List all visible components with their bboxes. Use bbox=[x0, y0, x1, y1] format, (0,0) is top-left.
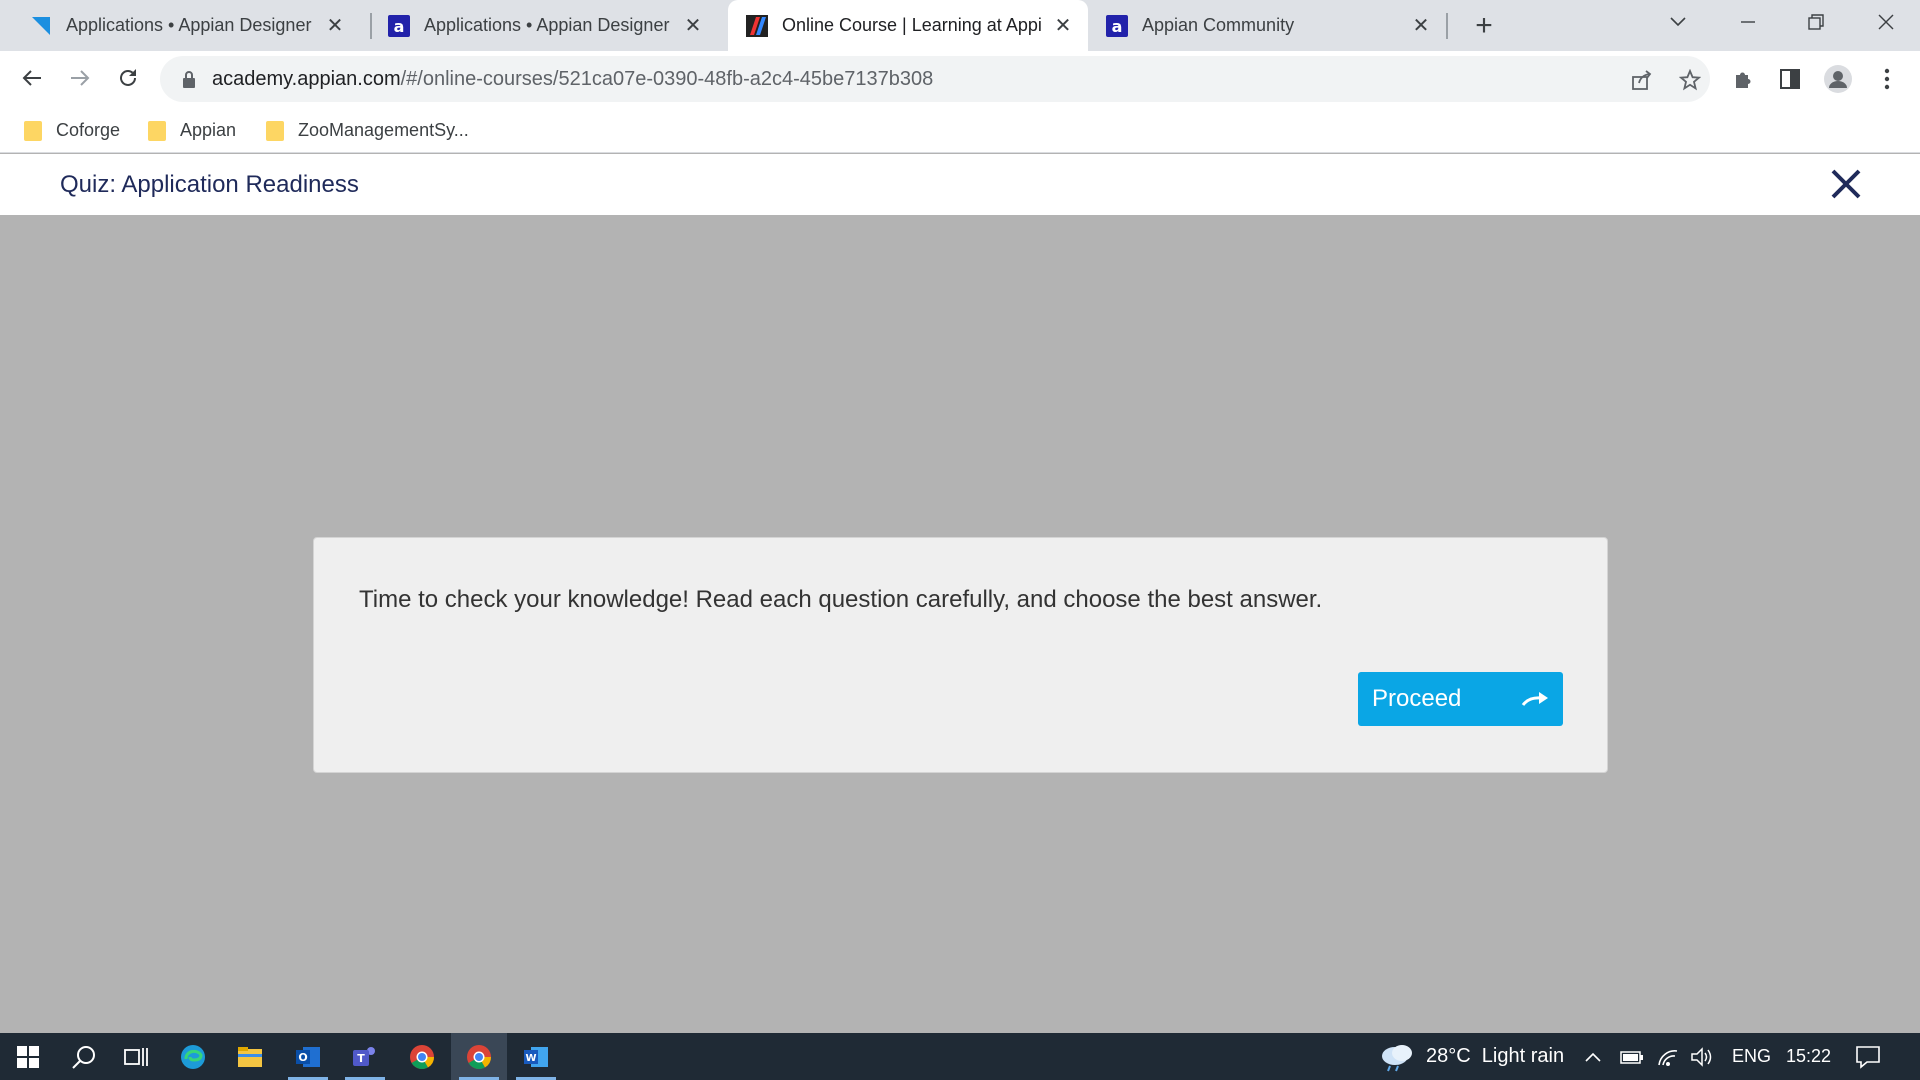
outlook-icon[interactable]: O bbox=[280, 1033, 336, 1080]
quiz-header: Quiz: Application Readiness bbox=[0, 154, 1920, 215]
appian-a-icon: a bbox=[1106, 14, 1128, 37]
appian-academy-icon bbox=[746, 14, 768, 37]
proceed-button[interactable]: Proceed bbox=[1358, 672, 1563, 726]
wifi-icon[interactable] bbox=[1657, 1033, 1679, 1080]
folder-icon bbox=[24, 119, 42, 141]
tab-title: Online Course | Learning at Appi bbox=[782, 15, 1042, 35]
bookmark-item[interactable]: Appian bbox=[148, 116, 236, 144]
proceed-label: Proceed bbox=[1372, 685, 1462, 712]
volume-icon[interactable] bbox=[1690, 1033, 1714, 1080]
address-bar[interactable]: academy.appian.com/#/online-courses/521c… bbox=[160, 56, 1710, 102]
url-text: academy.appian.com/#/online-courses/521c… bbox=[212, 68, 933, 91]
bookmark-star-icon[interactable] bbox=[1676, 66, 1704, 94]
url-path: /#/online-courses/521ca07e-0390-48fb-a2c… bbox=[400, 68, 934, 90]
quiz-title: Quiz: Application Readiness bbox=[60, 171, 359, 198]
tab-title: Applications • Appian Designer bbox=[66, 15, 312, 35]
bookmark-label: Coforge bbox=[56, 119, 121, 140]
battery-icon[interactable] bbox=[1620, 1033, 1644, 1080]
appian-a-icon: a bbox=[388, 14, 410, 37]
file-explorer-icon[interactable] bbox=[222, 1033, 278, 1080]
url-host: academy.appian.com bbox=[212, 68, 401, 90]
tab-close-icon[interactable]: ✕ bbox=[1410, 15, 1432, 37]
browser-tab-active[interactable]: Online Course | Learning at Appi ✕ bbox=[728, 0, 1088, 51]
folder-icon bbox=[148, 119, 166, 141]
teams-icon[interactable]: T bbox=[337, 1033, 393, 1080]
back-icon[interactable] bbox=[13, 59, 51, 97]
bookmark-label: Appian bbox=[180, 119, 237, 140]
tab-close-icon[interactable]: ✕ bbox=[1052, 15, 1074, 37]
extensions-icon[interactable] bbox=[1728, 64, 1758, 94]
weather-text: 28°C Light rain bbox=[1426, 1045, 1565, 1067]
bookmark-item[interactable]: Coforge bbox=[24, 116, 120, 144]
quiz-intro-card: Time to check your knowledge! Read each … bbox=[313, 537, 1608, 773]
search-icon[interactable] bbox=[56, 1033, 112, 1080]
tab-strip: Applications • Appian Designer ✕ a Appli… bbox=[0, 0, 1920, 51]
new-tab-button[interactable]: + bbox=[1467, 9, 1501, 43]
browser-tab[interactable]: a Applications • Appian Designer ✕ bbox=[360, 0, 718, 51]
side-panel-icon[interactable] bbox=[1775, 64, 1805, 94]
task-view-icon[interactable] bbox=[108, 1033, 164, 1080]
show-hidden-icons-chevron-icon[interactable] bbox=[1584, 1033, 1602, 1080]
quiz-overlay: Time to check your knowledge! Read each … bbox=[0, 215, 1920, 1033]
window-close-icon[interactable] bbox=[1856, 0, 1916, 44]
svg-text:a: a bbox=[1112, 17, 1123, 36]
browser-toolbar: academy.appian.com/#/online-courses/521c… bbox=[0, 51, 1920, 106]
clock[interactable]: 15:22 bbox=[1786, 1033, 1831, 1080]
weather-widget[interactable]: 28°C Light rain bbox=[1378, 1033, 1564, 1080]
word-icon[interactable]: W bbox=[508, 1033, 564, 1080]
lock-icon[interactable] bbox=[180, 69, 198, 89]
svg-text:W: W bbox=[525, 1053, 536, 1064]
menu-kebab-icon[interactable] bbox=[1872, 64, 1902, 94]
notifications-icon[interactable] bbox=[1855, 1033, 1881, 1080]
close-quiz-icon[interactable] bbox=[1828, 166, 1864, 202]
chrome-icon[interactable] bbox=[451, 1033, 507, 1080]
tab-close-icon[interactable]: ✕ bbox=[324, 15, 346, 37]
windows-taskbar: O T W 28°C Light rain ENG 15:22 bbox=[0, 1033, 1920, 1080]
browser-tab[interactable]: Applications • Appian Designer ✕ bbox=[0, 0, 360, 51]
minimize-icon[interactable] bbox=[1718, 0, 1778, 44]
svg-text:O: O bbox=[298, 1051, 307, 1064]
quiz-intro-message: Time to check your knowledge! Read each … bbox=[359, 586, 1323, 613]
tab-close-icon[interactable]: ✕ bbox=[682, 15, 704, 37]
arrow-right-icon bbox=[1521, 689, 1549, 709]
svg-text:a: a bbox=[394, 17, 405, 36]
cloud-rain-icon bbox=[1378, 1042, 1416, 1072]
restore-icon[interactable] bbox=[1786, 0, 1846, 44]
chrome-icon[interactable] bbox=[394, 1033, 450, 1080]
tab-separator bbox=[1446, 13, 1448, 39]
tab-title: Applications • Appian Designer bbox=[424, 15, 670, 35]
share-icon[interactable] bbox=[1628, 66, 1656, 94]
language-indicator[interactable]: ENG bbox=[1732, 1033, 1771, 1080]
bookmark-label: ZooManagementSy... bbox=[298, 119, 469, 140]
bookmarks-bar: Coforge Appian ZooManagementSy... bbox=[0, 106, 1920, 153]
tab-search-chevron-icon[interactable] bbox=[1648, 0, 1708, 44]
profile-avatar-icon[interactable] bbox=[1823, 64, 1853, 94]
browser-tab[interactable]: a Appian Community ✕ bbox=[1088, 0, 1446, 51]
appian-designer-icon bbox=[30, 15, 52, 37]
edge-icon[interactable] bbox=[165, 1033, 221, 1080]
windows-start-icon[interactable] bbox=[0, 1033, 56, 1080]
folder-icon bbox=[266, 119, 284, 141]
reload-icon[interactable] bbox=[109, 59, 147, 97]
forward-icon[interactable] bbox=[61, 59, 99, 97]
tab-title: Appian Community bbox=[1142, 15, 1295, 35]
bookmark-item[interactable]: ZooManagementSy... bbox=[266, 116, 469, 144]
svg-text:T: T bbox=[357, 1052, 365, 1065]
